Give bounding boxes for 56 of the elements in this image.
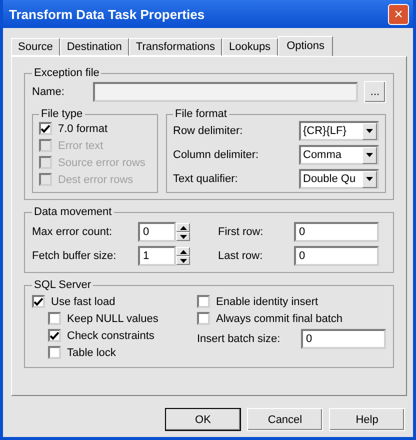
field-label: Text qualifier: — [173, 173, 238, 185]
dialog-button[interactable]: Cancel — [247, 408, 323, 431]
dropdown[interactable]: Double Qu — [299, 169, 379, 189]
checkbox[interactable] — [39, 122, 52, 135]
group-title: Exception file — [33, 67, 100, 79]
input-field[interactable] — [93, 82, 358, 102]
field-label: First row: — [218, 226, 264, 238]
tab[interactable]: Transformations — [128, 38, 222, 56]
dialog-button[interactable]: Help — [329, 408, 405, 431]
text-field[interactable]: 0 — [294, 246, 379, 266]
checkbox[interactable] — [48, 329, 61, 342]
field-label: Insert batch size: — [197, 333, 280, 345]
field-label: Last row: — [218, 250, 264, 262]
group-title: File type — [40, 108, 84, 120]
spinner-arrows-icon[interactable] — [176, 247, 190, 265]
field-label: Max error count: — [32, 226, 114, 238]
dropdown[interactable]: {CR}{LF} — [299, 121, 379, 141]
field-label: Fetch buffer size: — [32, 250, 118, 262]
field-label: Name: — [32, 86, 66, 98]
checkbox[interactable] — [48, 312, 61, 325]
checkbox-label: Always commit final batch — [216, 312, 343, 324]
caret-icon[interactable] — [362, 170, 377, 188]
checkbox-label: Source error rows — [58, 156, 146, 168]
close-button[interactable]: × — [388, 4, 409, 24]
checkbox-label: Enable identity insert — [216, 296, 318, 308]
dropdown[interactable]: Comma — [299, 145, 379, 165]
text-field[interactable]: 0 — [294, 222, 379, 242]
spinner-arrows-icon[interactable] — [176, 223, 190, 241]
caret-icon[interactable] — [362, 122, 377, 140]
number-field[interactable]: 0 — [138, 222, 176, 242]
text-field[interactable]: 0 — [301, 329, 386, 349]
checkbox-label: 7.0 format — [58, 122, 108, 134]
checkbox-label: Keep NULL values — [67, 312, 158, 324]
group-title: SQL Server — [33, 279, 92, 291]
tab[interactable]: Source — [11, 38, 60, 56]
tab[interactable]: Options — [278, 36, 334, 56]
checkbox[interactable] — [48, 346, 61, 359]
group-title: Data movement — [33, 206, 113, 218]
window-title: Transform Data Task Properties — [9, 6, 205, 22]
checkbox-label: Error text — [58, 140, 104, 152]
tab[interactable]: Lookups — [222, 38, 278, 56]
checkbox[interactable] — [197, 312, 210, 325]
field-label: Row delimiter: — [173, 125, 243, 137]
field-label: Column delimiter: — [173, 149, 259, 161]
checkbox-label: Check constraints — [67, 330, 154, 342]
checkbox-label: Table lock — [67, 346, 116, 358]
checkbox[interactable] — [197, 295, 210, 308]
caret-icon[interactable] — [362, 146, 377, 164]
number-field[interactable]: 1 — [138, 246, 176, 266]
dialog-button[interactable]: OK — [165, 408, 241, 431]
checkbox-label: Use fast load — [51, 296, 116, 308]
checkbox[interactable] — [32, 295, 45, 308]
group-title: File format — [174, 108, 228, 120]
browse-button[interactable]: ... — [364, 81, 386, 103]
tab[interactable]: Destination — [60, 38, 129, 56]
checkbox-label: Dest error rows — [58, 174, 134, 186]
